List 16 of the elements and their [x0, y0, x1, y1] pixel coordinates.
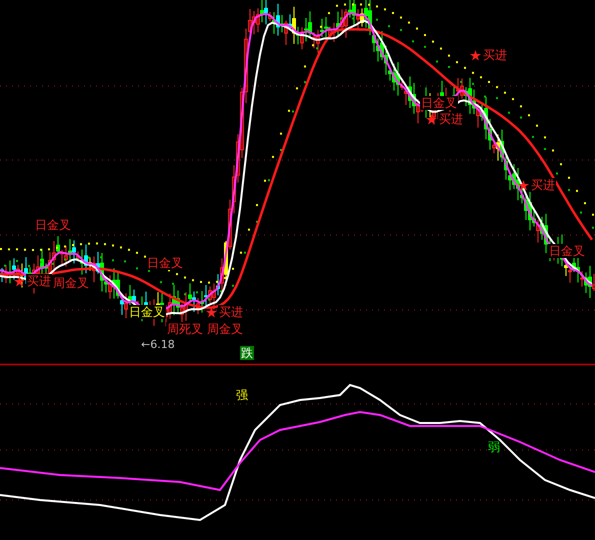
signal-label: 日金叉: [548, 244, 586, 258]
strength-label: 弱: [488, 440, 500, 454]
trend-badge: 跌: [240, 346, 254, 360]
signal-label: 买进: [438, 112, 464, 126]
signal-label: 日金叉: [420, 96, 458, 110]
strength-label: 强: [236, 388, 248, 402]
signal-label: 日金叉: [128, 305, 166, 319]
signal-label: 周金叉: [52, 276, 90, 290]
signal-label: 买进: [482, 48, 508, 62]
signal-label: 买进: [26, 274, 52, 288]
signal-label: 买进: [530, 178, 556, 192]
signal-label: 买进: [218, 305, 244, 319]
signal-label: 日金叉: [146, 256, 184, 270]
signal-label: 周死叉: [166, 322, 204, 336]
signal-label: 周金叉: [206, 322, 244, 336]
signal-label: 日金叉: [34, 218, 72, 232]
